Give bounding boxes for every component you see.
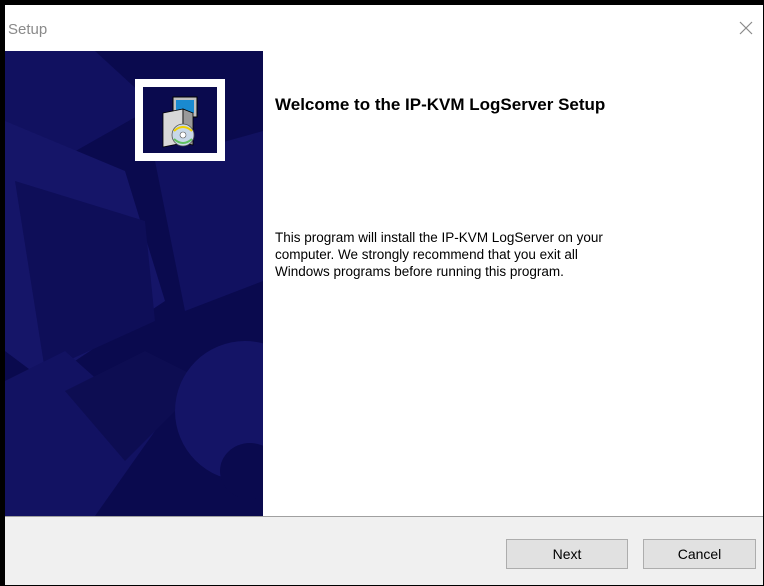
description-line: Windows programs before running this pro… <box>275 264 564 279</box>
next-button[interactable]: Next <box>506 539 628 569</box>
title-bar[interactable]: Setup <box>5 5 763 51</box>
welcome-content: Welcome to the IP-KVM LogServer Setup Th… <box>263 51 763 516</box>
cancel-button[interactable]: Cancel <box>643 539 756 569</box>
window-title: Setup <box>8 21 48 38</box>
logo-frame <box>135 79 225 161</box>
wizard-banner <box>5 51 263 516</box>
setup-installer-icon <box>162 96 198 148</box>
welcome-description: This program will install the IP-KVM Log… <box>275 229 715 280</box>
setup-window: Setup Welcome to the IP-KVM LogServer Se… <box>0 0 764 586</box>
description-line: This program will install the IP-KVM Log… <box>275 230 603 245</box>
close-button[interactable] <box>729 13 763 43</box>
logo-background <box>143 87 217 153</box>
welcome-heading: Welcome to the IP-KVM LogServer Setup <box>275 95 606 114</box>
close-icon <box>739 21 753 35</box>
description-line: computer. We strongly recommend that you… <box>275 247 578 262</box>
button-footer: Next Cancel <box>5 517 763 585</box>
